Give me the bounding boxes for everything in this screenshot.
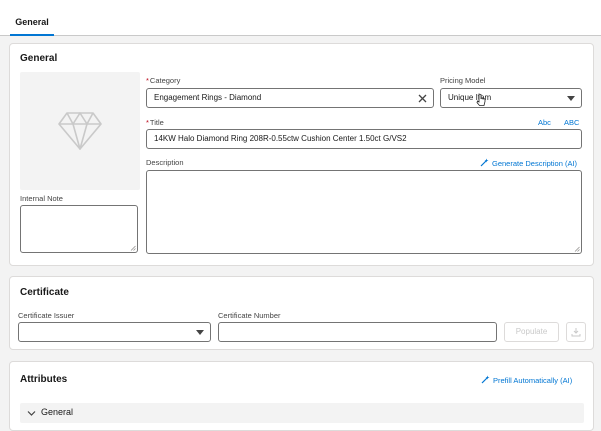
tab-bar: General (0, 0, 601, 36)
attributes-general-section[interactable]: General (20, 403, 584, 423)
ai-sparkle-icon (481, 375, 490, 384)
description-field[interactable] (146, 170, 582, 254)
download-button[interactable] (566, 322, 586, 342)
category-label: *Category (146, 76, 181, 85)
tab-general[interactable]: General (10, 10, 54, 36)
pricing-model-label: Pricing Model (440, 76, 486, 85)
attributes-card: Attributes Prefill Automatically (AI) Ge… (9, 361, 594, 431)
title-value: 14KW Halo Diamond Ring 208R-0.55ctw Cush… (154, 134, 407, 143)
internal-note-label: Internal Note (20, 194, 63, 203)
resize-handle-icon[interactable] (130, 245, 136, 251)
attributes-title: Attributes (20, 374, 68, 385)
title-case-lower[interactable]: Abc (538, 118, 551, 127)
resize-handle-icon[interactable] (574, 246, 580, 252)
chevron-down-icon (27, 411, 36, 416)
prefill-automatically-text: Prefill Automatically (AI) (493, 376, 573, 385)
certificate-title: Certificate (20, 287, 69, 298)
category-label-text: Category (149, 76, 181, 85)
description-label: Description (146, 158, 184, 167)
general-title: General (20, 53, 58, 64)
title-label: *Title (146, 118, 164, 127)
download-icon (571, 328, 581, 337)
certificate-issuer-label: Certificate Issuer (18, 311, 75, 320)
pricing-model-select[interactable]: Unique Item (440, 88, 582, 108)
chevron-down-icon (196, 330, 204, 335)
certificate-number-field[interactable] (218, 322, 497, 342)
title-field[interactable]: 14KW Halo Diamond Ring 208R-0.55ctw Cush… (146, 129, 582, 149)
prefill-automatically-link[interactable]: Prefill Automatically (AI) (481, 375, 572, 385)
certificate-number-label: Certificate Number (218, 311, 281, 320)
diamond-icon (58, 112, 102, 150)
chevron-down-icon (567, 96, 575, 101)
certificate-issuer-select[interactable] (18, 322, 211, 342)
category-value: Engagement Rings - Diamond (154, 93, 262, 102)
certificate-card: Certificate Certificate Issuer Certifica… (9, 276, 594, 350)
ai-sparkle-icon (480, 158, 489, 167)
internal-note-field[interactable] (20, 205, 138, 253)
product-image-placeholder[interactable] (20, 72, 140, 190)
cursor-icon (476, 93, 486, 106)
populate-button[interactable]: Populate (504, 322, 559, 342)
general-card: General Internal Note *Category Engageme… (9, 43, 594, 266)
category-field[interactable]: Engagement Rings - Diamond (146, 88, 434, 108)
title-case-upper[interactable]: ABC (564, 118, 579, 127)
generate-description-link[interactable]: Generate Description (AI) (480, 158, 577, 168)
title-label-text: Title (149, 118, 164, 127)
generate-description-text: Generate Description (AI) (492, 159, 578, 168)
clear-icon[interactable] (418, 94, 427, 103)
attributes-general-label: General (41, 407, 74, 417)
